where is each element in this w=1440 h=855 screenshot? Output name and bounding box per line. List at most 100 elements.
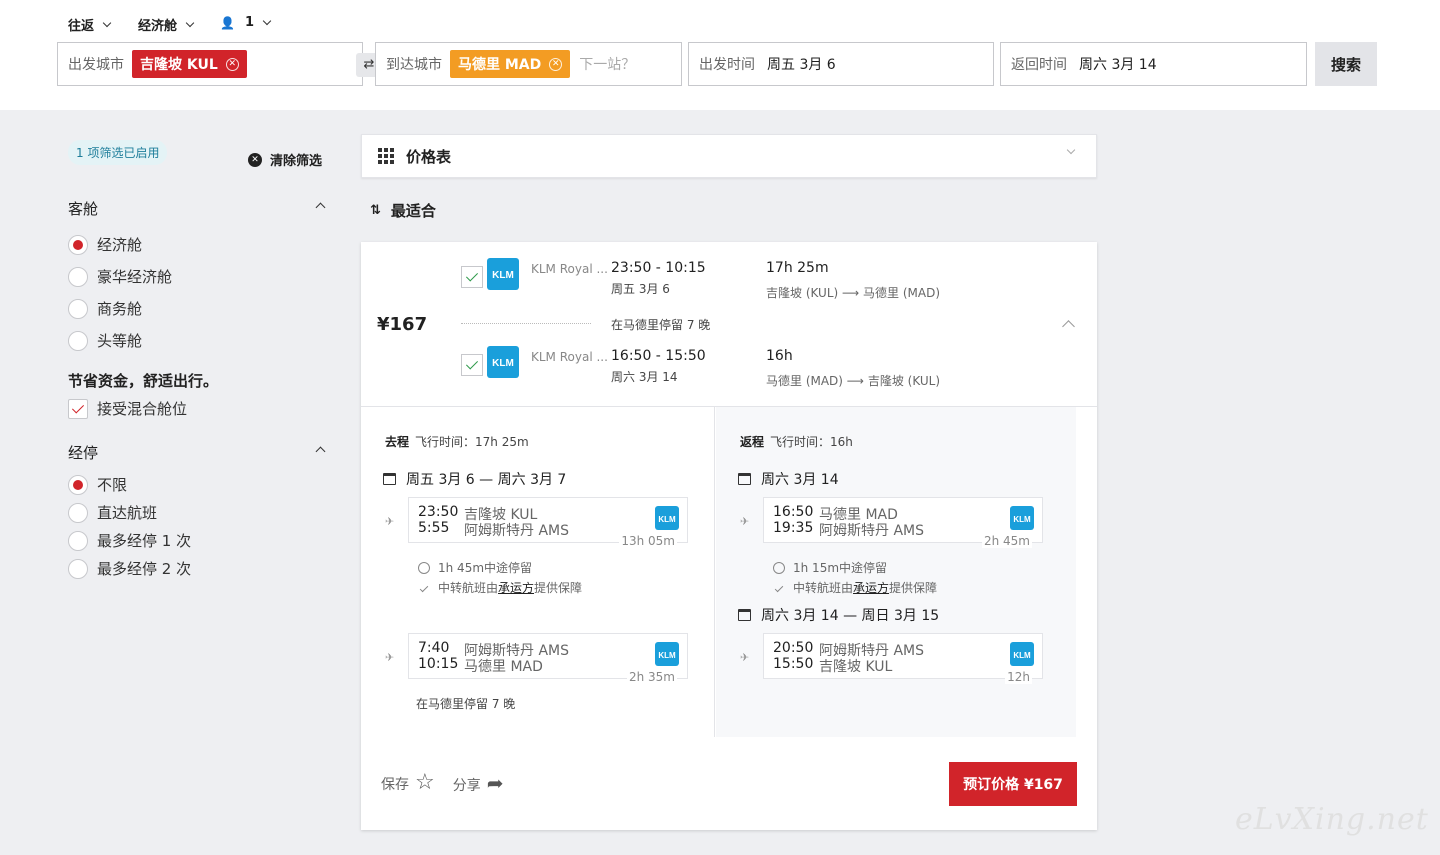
chevron-up-icon[interactable] (1062, 320, 1075, 333)
return-title: 返程 (740, 435, 765, 449)
layover-text: 1h 15m中途停留 (793, 561, 888, 575)
destination-chip-text: 马德里 MAD (458, 57, 542, 73)
flight-segment[interactable]: 23:50 吉隆坡 KUL 5:55 阿姆斯特丹 AMS KLM 13h 05m (408, 497, 688, 548)
cabin-option[interactable]: 经济舱 (68, 234, 142, 255)
flight-segment[interactable]: 16:50 马德里 MAD 19:35 阿姆斯特丹 AMS KLM 2h 45m (763, 497, 1043, 548)
leg-date: 周六 3月 14 (611, 370, 678, 384)
sort-selector[interactable]: ⇅ 最适合 (370, 200, 436, 221)
stops-option[interactable]: 最多经停 1 次 (68, 530, 191, 551)
flight-time: 17h 25m (475, 435, 529, 449)
route-arrow-icon: ⟶ (842, 374, 868, 388)
share-label: 分享 (452, 777, 481, 794)
calendar-icon (738, 609, 751, 621)
mixed-cabin-title: 节省资金，舒适出行。 (68, 372, 219, 390)
segment-time: 10:15 (418, 656, 459, 672)
mixed-cabin-checkbox[interactable]: 接受混合舱位 (68, 398, 187, 419)
segment-duration: 12h (1005, 670, 1032, 684)
itinerary-details: 去程 飞行时间：17h 25m 周五 3月 6 — 周六 3月 7 ✈ 23:50… (361, 406, 1097, 737)
remove-origin-icon[interactable]: ✕ (225, 57, 239, 71)
chevron-down-icon (185, 18, 195, 27)
price-table-toggle[interactable]: 价格表 (361, 134, 1097, 178)
route-arrow-icon: ⟶ (838, 286, 864, 300)
return-details: 返程 飞行时间：16h 周六 3月 14 ✈ 16:50 马德里 MAD 19:3… (716, 407, 1076, 737)
klm-logo-icon: KLM (487, 258, 519, 290)
origin-chip-text: 吉隆坡 KUL (140, 57, 218, 73)
destination-field[interactable]: 到达城市 马德里 MAD ✕ 下一站？ (375, 42, 682, 86)
radio-selected (68, 474, 88, 495)
flight-time: 16h (830, 435, 853, 449)
segment-duration: 2h 35m (626, 670, 677, 684)
book-button[interactable]: 预订价格 ¥167 (949, 762, 1077, 806)
radio (68, 298, 88, 319)
cabin-option[interactable]: 豪华经济舱 (68, 266, 172, 287)
flight-segment[interactable]: 7:40 阿姆斯特丹 AMS 10:15 马德里 MAD KLM 2h 35m (408, 633, 688, 684)
outbound-header: 去程 飞行时间：17h 25m (385, 433, 529, 450)
outbound-leg[interactable]: KLM KLM Royal ... 23:50 - 10:15 周五 3月 6 … (461, 256, 1061, 300)
trip-type-dropdown[interactable]: 往返 (68, 15, 112, 34)
segment-place: 阿姆斯特丹 AMS (464, 523, 569, 539)
stops-section-title: 经停 (68, 444, 99, 462)
share-icon: ➦ (486, 770, 504, 795)
passenger-dropdown[interactable]: 👤 1 (220, 15, 272, 30)
chevron-down-icon (1066, 145, 1076, 155)
return-header: 返程 飞行时间：16h (740, 433, 853, 450)
cabin-option[interactable]: 商务舱 (68, 298, 142, 319)
depart-label: 出发时间 (699, 57, 755, 73)
share-button[interactable]: 分享 ➦ (453, 771, 504, 795)
clear-filters-button[interactable]: ✕ 清除筛选 (248, 150, 322, 169)
carrier-link[interactable]: 承运方 (498, 581, 534, 595)
person-icon: 👤 (220, 15, 235, 30)
chevron-up-icon (315, 446, 326, 457)
flight-segment[interactable]: 20:50 阿姆斯特丹 AMS 15:50 吉隆坡 KUL KLM 12h (763, 633, 1043, 684)
flight-time-label: 飞行时间： (770, 435, 831, 449)
plane-icon: ✈ (385, 651, 395, 664)
return-value: 周六 3月 14 (1079, 57, 1157, 73)
divider (461, 323, 591, 324)
layover-note: 1h 45m中途停留 (418, 559, 532, 576)
stops-option[interactable]: 直达航班 (68, 502, 157, 523)
next-stop-input[interactable]: 下一站？ (579, 54, 635, 74)
return-date-field[interactable]: 返回时间 周六 3月 14 (1000, 42, 1307, 86)
check-icon (774, 583, 784, 592)
day-text: 周六 3月 14 — 周日 3月 15 (761, 608, 940, 624)
origin-field[interactable]: 出发城市 吉隆坡 KUL ✕ (57, 42, 363, 86)
return-day: 周六 3月 14 (738, 469, 839, 489)
radio (68, 502, 88, 523)
protection-note: 中转航班由承运方提供保障 (773, 579, 937, 596)
passenger-count: 1 (244, 15, 254, 30)
leg-checkbox[interactable] (461, 354, 483, 376)
save-button[interactable]: 保存 ☆ (381, 770, 435, 795)
carrier-link[interactable]: 承运方 (853, 581, 889, 595)
chevron-down-icon (102, 18, 112, 27)
route-from: 马德里 (MAD) (766, 374, 843, 388)
leg-checkbox[interactable] (461, 266, 483, 288)
leg-duration: 16h (766, 348, 793, 364)
search-button[interactable]: 搜索 (1315, 42, 1377, 86)
klm-logo-icon: KLM (487, 346, 519, 378)
leg-times: 16:50 - 15:50 (611, 348, 706, 364)
leg-route: 吉隆坡 (KUL) ⟶ 马德里 (MAD) (766, 284, 940, 301)
stops-option[interactable]: 不限 (68, 474, 127, 495)
cabin-class-dropdown[interactable]: 经济舱 (138, 15, 195, 34)
stops-section-header[interactable]: 经停 (68, 442, 330, 463)
segment-time: 16:50 (773, 504, 814, 520)
remove-destination-icon[interactable]: ✕ (549, 57, 563, 71)
klm-logo-icon: KLM (655, 506, 679, 530)
sort-label: 最适合 (390, 202, 436, 220)
segment-place: 马德里 MAD (464, 659, 543, 675)
inbound-leg[interactable]: KLM KLM Royal ... 16:50 - 15:50 周六 3月 14… (461, 344, 1061, 388)
result-card: ¥167 KLM KLM Royal ... 23:50 - 10:15 周五 … (361, 242, 1097, 830)
cabin-section-header[interactable]: 客舱 (68, 198, 330, 219)
card-actions: 保存 ☆ 分享 ➦ (381, 770, 504, 795)
result-price: ¥167 (377, 314, 428, 335)
check-icon (419, 583, 429, 592)
clock-icon (773, 561, 785, 574)
flight-time-label: 飞行时间： (415, 435, 476, 449)
cabin-option[interactable]: 头等舱 (68, 330, 142, 351)
day-text: 周五 3月 6 — 周六 3月 7 (406, 472, 567, 488)
stops-option[interactable]: 最多经停 2 次 (68, 558, 191, 579)
leg-date: 周五 3月 6 (611, 282, 670, 296)
protection-pre: 中转航班由 (793, 581, 854, 595)
depart-date-field[interactable]: 出发时间 周五 3月 6 (688, 42, 994, 86)
segment-duration: 13h 05m (619, 534, 677, 548)
